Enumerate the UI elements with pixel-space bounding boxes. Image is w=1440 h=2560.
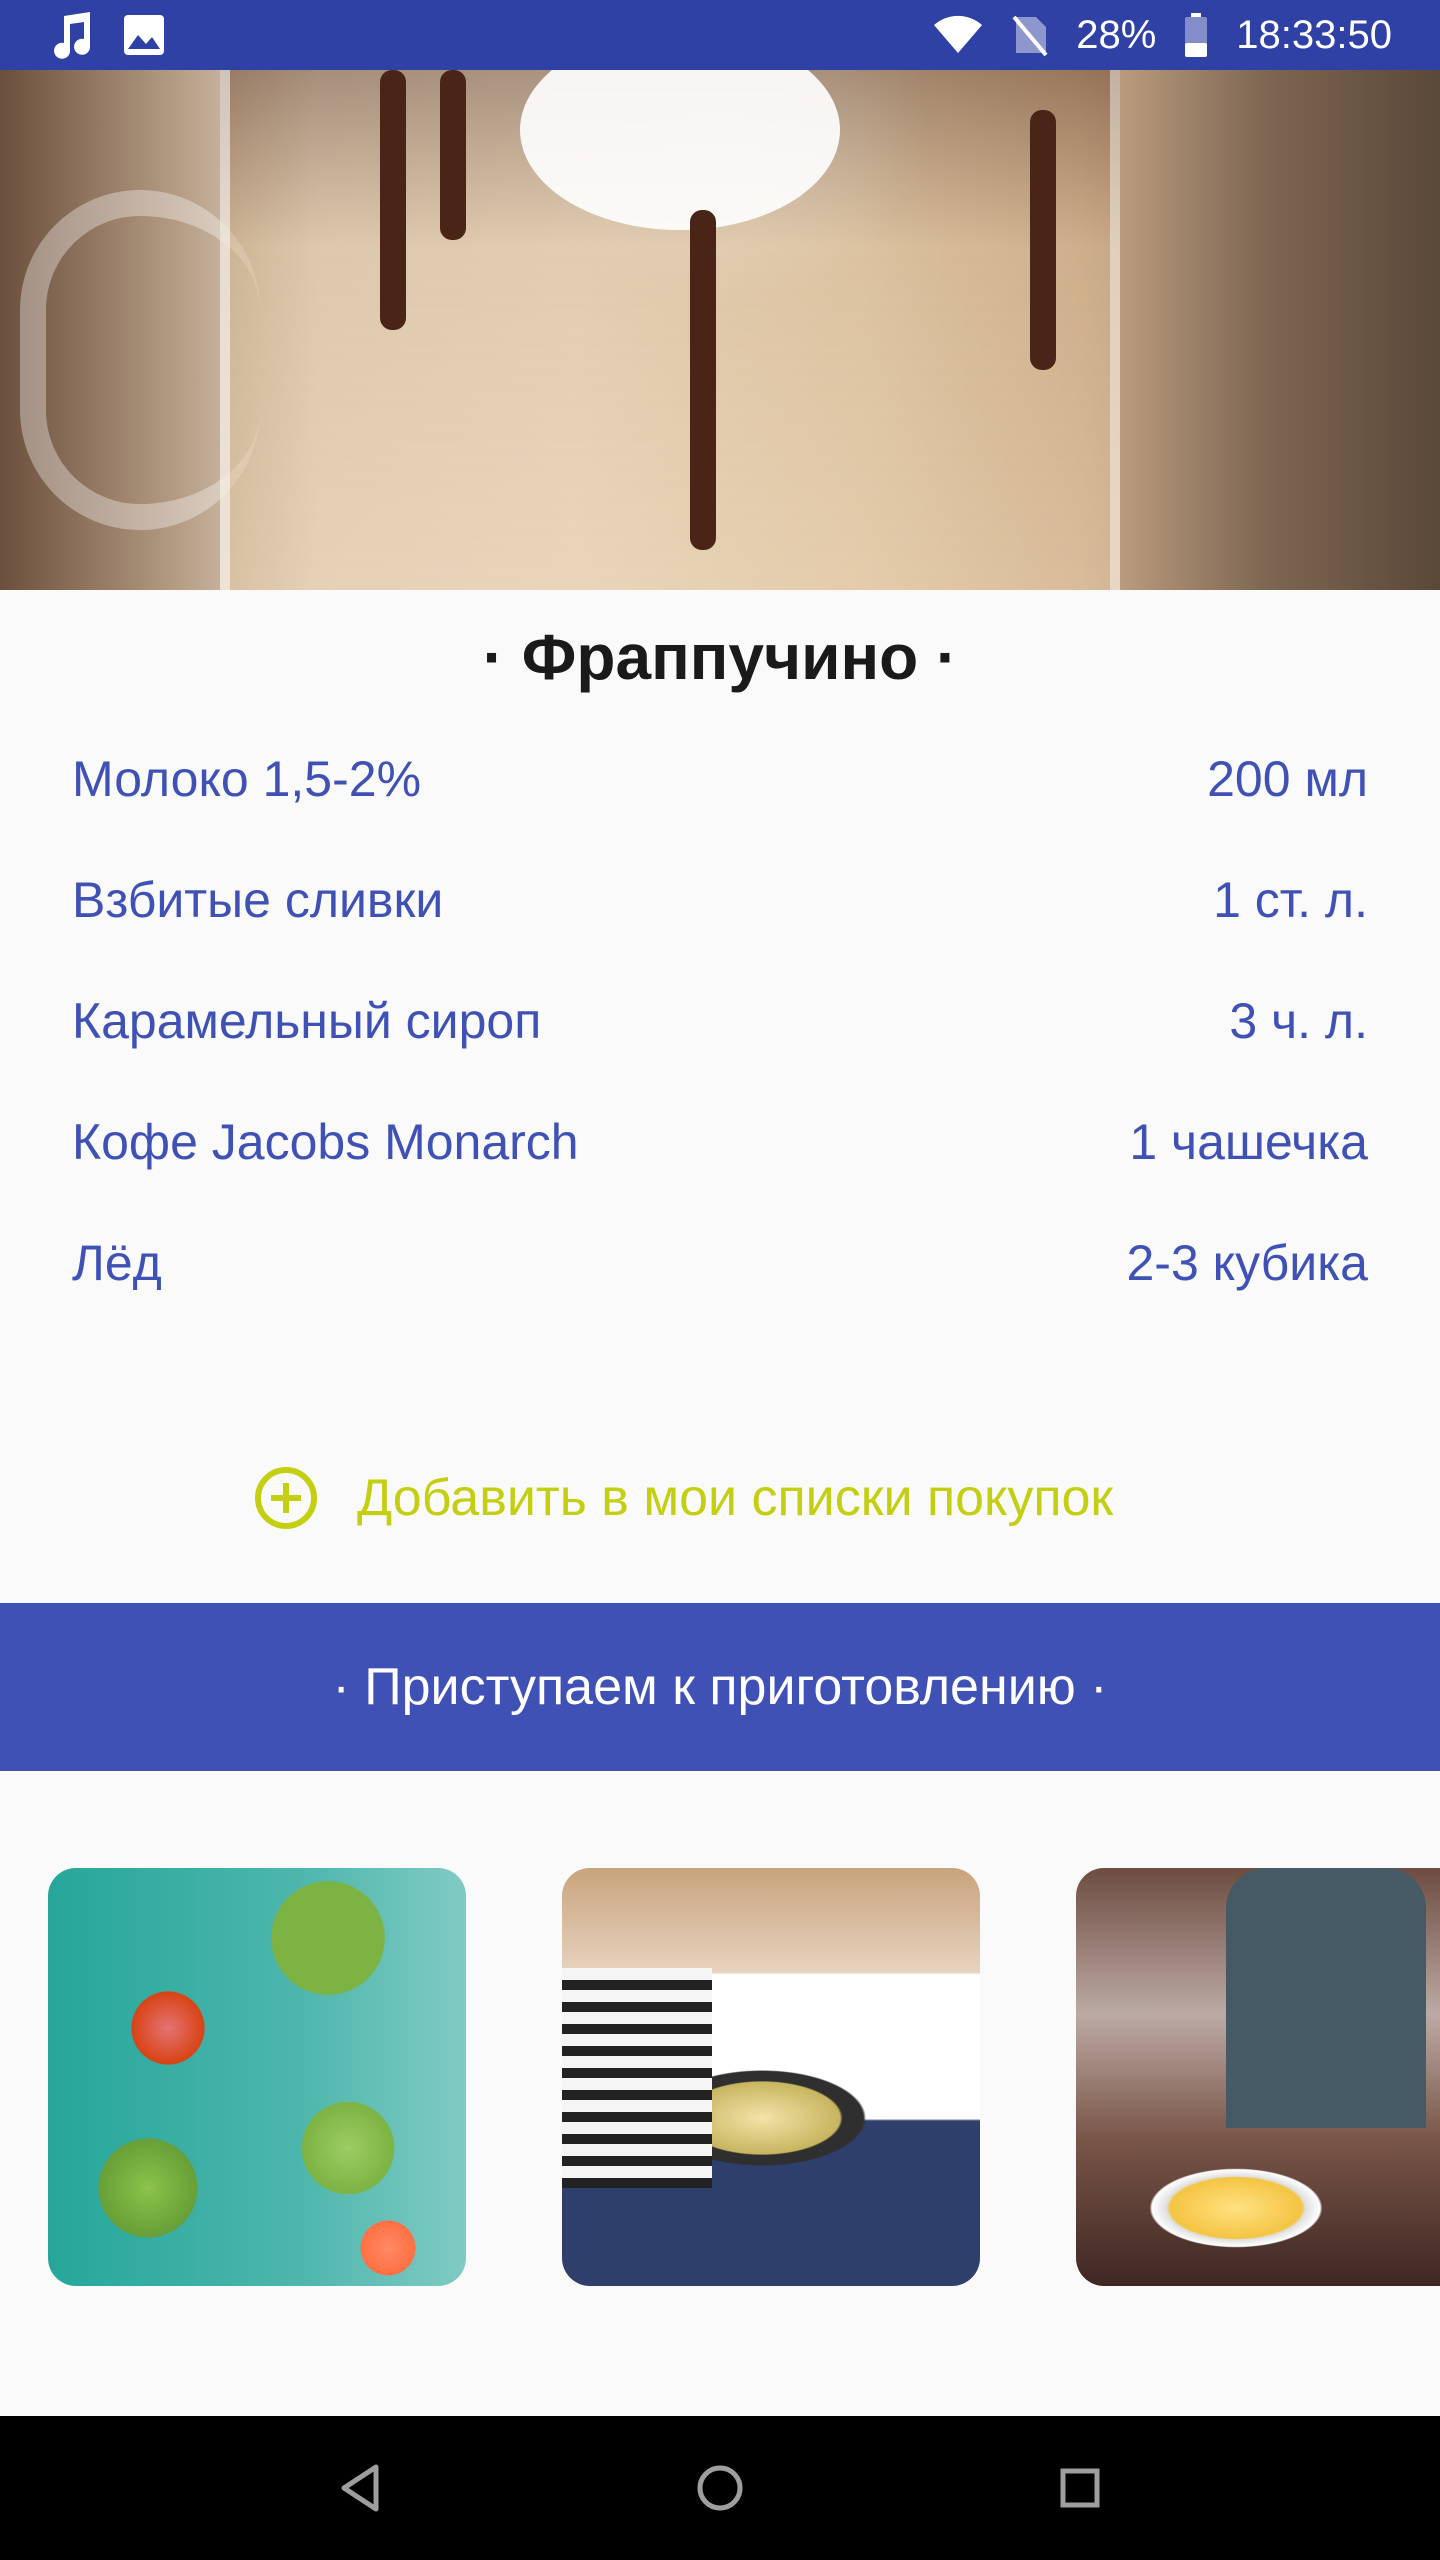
home-button[interactable]: [690, 2458, 750, 2518]
step-images-carousel[interactable]: [48, 1868, 1440, 2286]
recipe-title: · Фраппучино ·: [482, 621, 958, 693]
step-image[interactable]: [1076, 1868, 1440, 2286]
status-right-icons: 28% 18:33:50: [932, 13, 1392, 58]
back-icon: [341, 2464, 379, 2512]
step-image[interactable]: [48, 1868, 466, 2286]
ingredient-row: Взбитые сливки 1 ст. л.: [72, 871, 1368, 992]
home-icon: [697, 2465, 743, 2511]
chocolate-drip: [440, 70, 466, 240]
image-icon: [124, 15, 164, 55]
clock: 18:33:50: [1236, 12, 1392, 57]
chocolate-drip: [690, 210, 716, 550]
ingredient-amount: 3 ч. л.: [1229, 993, 1368, 1049]
status-left-icons: [50, 10, 166, 60]
ingredient-row: Молоко 1,5-2% 200 мл: [72, 750, 1368, 871]
ingredient-row: Лёд 2-3 кубика: [72, 1234, 1368, 1355]
ingredient-row: Карамельный сироп 3 ч. л.: [72, 992, 1368, 1113]
ingredients-list: Молоко 1,5-2% 200 мл Взбитые сливки 1 ст…: [72, 750, 1368, 1355]
chocolate-drip: [380, 70, 406, 330]
add-to-shopping-list-label: Добавить в мои списки покупок: [357, 1469, 1114, 1527]
recipe-hero-image: [0, 70, 1440, 590]
no-sim-icon: [1012, 15, 1048, 57]
ingredient-name: Кофе Jacobs Monarch: [72, 1114, 579, 1170]
ingredient-amount: 1 ст. л.: [1213, 872, 1368, 928]
recents-icon: [1060, 2468, 1100, 2508]
start-cooking-button[interactable]: · Приступаем к приготовлению ·: [0, 1603, 1440, 1771]
cook-figure: [1226, 1868, 1426, 2128]
start-cooking-label: · Приступаем к приготовлению ·: [332, 1658, 1108, 1716]
ingredient-amount: 200 мл: [1207, 751, 1368, 807]
system-nav-bar: [0, 2416, 1440, 2560]
ingredient-amount: 1 чашечка: [1129, 1114, 1368, 1170]
chocolate-drip: [1030, 110, 1056, 370]
ingredient-name: Молоко 1,5-2%: [72, 751, 422, 807]
step-image[interactable]: [562, 1868, 980, 2286]
add-circle-icon: [255, 1467, 317, 1529]
ingredient-name: Взбитые сливки: [72, 872, 444, 928]
recents-button[interactable]: [1050, 2458, 1110, 2518]
battery-icon: [1185, 13, 1208, 57]
wifi-icon: [934, 15, 983, 54]
music-note-icon: [54, 12, 91, 59]
back-button[interactable]: [330, 2458, 390, 2518]
status-bar: 28% 18:33:50: [0, 0, 1440, 70]
striped-shirt: [562, 1968, 712, 2188]
add-to-shopping-list-button[interactable]: Добавить в мои списки покупок: [255, 1458, 1113, 1538]
ingredient-name: Карамельный сироп: [72, 993, 542, 1049]
ingredient-name: Лёд: [72, 1235, 162, 1291]
ingredient-amount: 2-3 кубика: [1126, 1235, 1368, 1291]
ingredient-row: Кофе Jacobs Monarch 1 чашечка: [72, 1113, 1368, 1234]
battery-percent: 28%: [1076, 12, 1157, 57]
